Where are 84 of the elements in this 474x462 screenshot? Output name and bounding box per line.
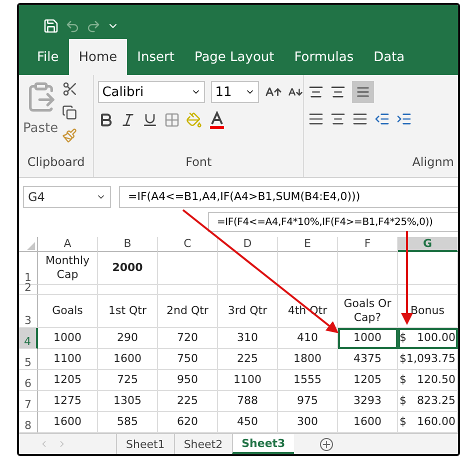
table-cell: Goals Or Cap? [338, 295, 398, 328]
align-left-icon[interactable] [308, 111, 324, 128]
fill-color-icon[interactable] [186, 112, 202, 128]
table-cell: 310 [218, 328, 278, 350]
ribbon-tab[interactable]: Data [364, 39, 415, 75]
table-cell: 1st Qtr [98, 295, 158, 328]
italic-icon[interactable] [120, 112, 136, 128]
table-cell: $ 100.00 [398, 328, 458, 350]
group-label: Clipboard [26, 155, 86, 172]
table-cell: 1275 [38, 391, 98, 412]
align-middle-icon[interactable] [330, 84, 346, 100]
table-cell: 2nd Qtr [158, 295, 218, 328]
table-cell: 2000 [98, 252, 158, 286]
indent-decrease-icon[interactable] [374, 111, 390, 128]
borders-icon[interactable] [164, 112, 180, 128]
table-cell: 1100 [38, 349, 98, 370]
scissors-icon[interactable] [62, 81, 78, 98]
table-cell: 290 [98, 328, 158, 350]
column-header[interactable]: F [338, 237, 398, 252]
table-cell: 410 [278, 328, 338, 350]
table-cell: 3293 [338, 391, 398, 412]
ribbon-tab[interactable]: Home [68, 39, 128, 75]
sheet-tab[interactable]: Sheet1 [116, 434, 174, 454]
table-cell: 1000 [38, 328, 98, 350]
table-cell: 1100 [218, 370, 278, 392]
align-top-icon[interactable] [308, 84, 324, 100]
row-header[interactable]: 3 [19, 295, 38, 328]
save-icon[interactable] [43, 18, 59, 34]
table-cell: 720 [158, 328, 218, 350]
table-cell: 225 [158, 391, 218, 412]
table-cell: 1205 [338, 370, 398, 392]
table-cell: 4375 [338, 349, 398, 370]
ribbon-tab[interactable]: File [27, 39, 69, 75]
align-bottom-icon[interactable] [352, 81, 374, 104]
table-cell: $1,093.75 [398, 349, 458, 370]
table-cell: 1600 [98, 349, 158, 370]
table-cell: Monthly Cap [38, 252, 98, 286]
column-header[interactable]: G [398, 237, 458, 252]
sheet-tab[interactable]: Sheet3 [232, 434, 294, 454]
column-header[interactable]: B [98, 237, 158, 252]
group-label: Alignm [411, 155, 454, 172]
column-header[interactable]: D [218, 237, 278, 252]
bold-icon[interactable] [98, 112, 114, 128]
table-cell: 788 [218, 391, 278, 412]
font-size-field[interactable]: 11 [211, 81, 260, 104]
row-header[interactable]: 2 [19, 285, 38, 296]
font-color-icon[interactable] [208, 111, 226, 130]
table-cell: Bonus [398, 295, 458, 328]
table-cell: 3rd Qtr [218, 295, 278, 328]
row-header[interactable]: 8 [19, 412, 38, 434]
formula-field[interactable]: =IF(A4<=B1,A4,IF(A4>B1,SUM(B4:E4,0))) [119, 186, 458, 208]
table-cell: Goals [38, 295, 98, 328]
column-header[interactable]: C [158, 237, 218, 252]
align-center-icon[interactable] [330, 111, 346, 128]
ribbon-tab[interactable]: Insert [127, 39, 184, 75]
ribbon-tab[interactable]: Formulas [284, 39, 364, 75]
row-header[interactable]: 5 [19, 349, 38, 370]
row-header[interactable]: 4 [19, 328, 38, 350]
indent-increase-icon[interactable] [396, 111, 412, 128]
column-header[interactable]: E [278, 237, 338, 252]
name-box[interactable]: G4 [23, 186, 111, 208]
font-name-field[interactable]: Calibri [98, 81, 206, 104]
table-cell: 1800 [278, 349, 338, 370]
table-cell: 725 [98, 370, 158, 392]
table-cell: 975 [278, 391, 338, 412]
table-cell: 750 [158, 349, 218, 370]
table-cell: 1305 [98, 391, 158, 412]
table-cell: 1205 [38, 370, 98, 392]
ribbon-tab[interactable]: Page Layout [184, 39, 284, 75]
table-cell: $ 120.50 [398, 370, 458, 392]
table-cell: $ 823.25 [398, 391, 458, 412]
table-cell: 950 [158, 370, 218, 392]
column-header[interactable]: A [38, 237, 98, 252]
table-cell: 1000 [338, 328, 398, 350]
table-cell: 225 [218, 349, 278, 370]
underline-icon[interactable] [142, 112, 158, 128]
paste-button[interactable]: Paste [23, 121, 58, 136]
copy-icon[interactable] [62, 105, 78, 120]
row-header[interactable]: 7 [19, 391, 38, 412]
align-right-icon[interactable] [352, 111, 368, 128]
row-header[interactable]: 6 [19, 370, 38, 392]
group-label: Font [184, 155, 213, 172]
table-cell: 1555 [278, 370, 338, 392]
formula-callout: =IF(F4<=A4,F4*10%,IF(F4>=B1,F4*25%,0)) [208, 212, 458, 232]
